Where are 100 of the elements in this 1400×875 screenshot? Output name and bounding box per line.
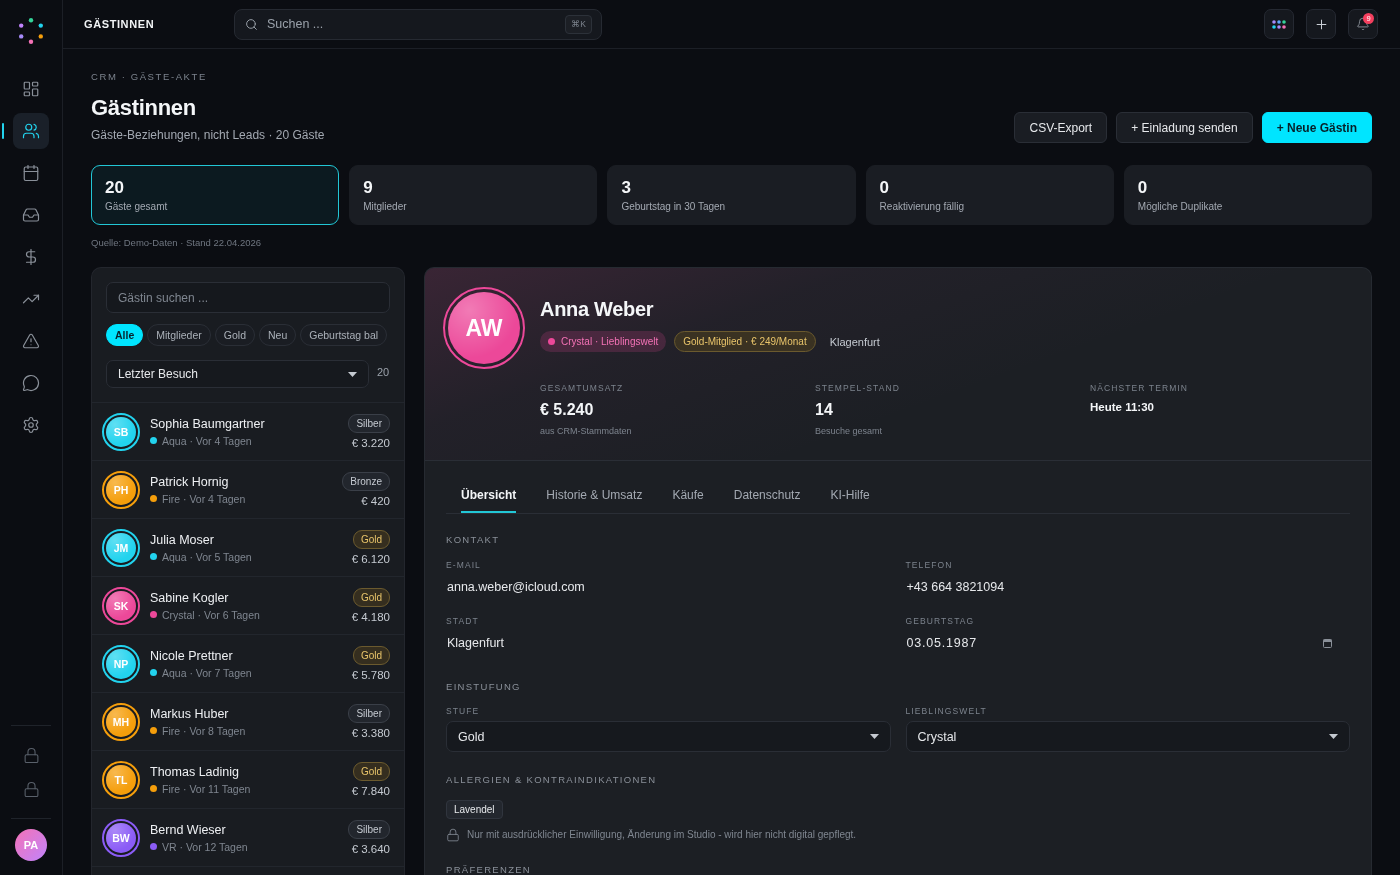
guest-name[interactable]: Patrick Hornig (150, 474, 229, 489)
settings-icon (22, 416, 40, 434)
apps-button[interactable] (1264, 9, 1294, 39)
filter-chip[interactable]: Mitglieder (147, 324, 211, 346)
filter-chip[interactable]: Alle (106, 324, 144, 346)
guest-meta: Aqua · Vor 4 Tagen (162, 434, 252, 447)
input-field[interactable]: Klagenfurt (446, 631, 891, 655)
stat-card[interactable]: 20 Gäste gesamt (91, 165, 340, 225)
guest-name[interactable]: Nicole Prettner (150, 648, 233, 663)
section-title: EINSTUFUNG (446, 681, 521, 693)
filter-chip[interactable]: Neu (259, 324, 297, 346)
guest-name[interactable]: Sabine Kogler (150, 590, 229, 605)
stat-value: 0 (879, 178, 890, 198)
guest-avatar: JM (102, 528, 140, 567)
bell-icon (1356, 17, 1370, 31)
input-field[interactable]: anna.weber@icloud.com (446, 575, 891, 599)
section-title: KONTAKT (446, 534, 500, 546)
stat-label: Gäste gesamt (105, 200, 168, 213)
select-field[interactable]: Gold (446, 721, 891, 752)
breadcrumb: CRM · GÄSTE-AKTE (91, 71, 207, 83)
caret-icon (869, 734, 879, 739)
field-label: STADT (446, 615, 479, 627)
guest-name[interactable]: Sophia Baumgartner (150, 416, 265, 431)
revenue-amount: € 3.220 (351, 437, 390, 449)
page-subtitle: Gäste-Beziehungen, nicht Leads · 20 Gäste (91, 127, 325, 143)
stat-label: Mögliche Duplikate (1137, 200, 1223, 213)
active-indicator (2, 123, 4, 139)
guest-meta: Fire · Vor 8 Tagen (162, 724, 246, 737)
guest-name-heading: Anna Weber (540, 297, 654, 322)
sort-select[interactable]: Letzter Besuch (106, 360, 369, 388)
city-label: Klagenfurt (829, 335, 880, 348)
guest-name[interactable]: Thomas Ladinig (150, 764, 239, 779)
tab[interactable]: KI-Hilfe (830, 479, 870, 513)
filter-chip[interactable]: Gold (214, 324, 255, 346)
guest-avatar: PH (102, 470, 140, 509)
tier-badge: Bronze (342, 472, 390, 491)
guest-avatar: NP (102, 644, 140, 683)
date-field[interactable]: 03.05.1987 (905, 631, 1350, 655)
allergy-tag: Lavendel (446, 800, 503, 819)
primary-button[interactable]: + Neue Gästin (1261, 112, 1372, 143)
guest-meta: Fire · Vor 4 Tagen (162, 492, 246, 505)
tab[interactable]: Käufe (672, 479, 704, 513)
caret-icon (348, 371, 357, 377)
tier-badge: Gold (352, 530, 390, 549)
stat-card[interactable]: 0 Mögliche Duplikate (1123, 165, 1372, 225)
guest-avatar: AW (443, 287, 525, 369)
guest-meta: Aqua · Vor 7 Tagen (162, 666, 252, 679)
secondary-button[interactable]: CSV-Export (1014, 112, 1108, 143)
revenue-amount: € 4.180 (351, 611, 390, 623)
filter-chip[interactable]: Geburtstag bal (300, 324, 388, 346)
tier-badge: Gold (352, 762, 390, 781)
metric-label: NÄCHSTER TERMIN (1090, 382, 1189, 394)
tab[interactable]: Übersicht (461, 479, 517, 513)
stat-value: 3 (621, 178, 631, 198)
tab[interactable]: Historie & Umsatz (546, 479, 643, 513)
metric-value: 14 (815, 400, 833, 420)
inbox-icon (22, 206, 40, 224)
metric-note: aus CRM-Stammdaten (540, 425, 632, 437)
guest-meta: Aqua · Vor 5 Tagen (162, 550, 252, 563)
world-tag-label: Crystal · Lieblingswelt (561, 336, 659, 347)
warning-icon (22, 332, 40, 350)
caret-icon (1329, 734, 1338, 739)
tier-badge: Gold (352, 646, 390, 665)
guest-search-field[interactable]: Gästin suchen ... (106, 282, 390, 313)
field-label: GEBURTSTAG (905, 615, 975, 627)
guest-name[interactable]: Markus Huber (150, 706, 229, 721)
tier-badge: Gold (352, 588, 390, 607)
guest-avatar: SB (102, 412, 140, 451)
plus-icon (1313, 16, 1329, 32)
calendar-icon[interactable] (1323, 639, 1332, 648)
stat-card[interactable]: 9 Mitglieder (349, 165, 598, 225)
guest-avatar: TL (102, 760, 140, 799)
field-label: TELEFON (905, 559, 953, 571)
guest-name[interactable]: Julia Moser (150, 532, 214, 547)
app-title: GÄSTINNEN (84, 18, 156, 30)
apps-icon (1272, 19, 1286, 29)
guest-meta: VR · Vor 12 Tagen (162, 840, 248, 853)
secondary-button[interactable]: + Einladung senden (1116, 112, 1253, 143)
guest-meta: Fire · Vor 11 Tagen (162, 782, 251, 795)
metric-value: € 5.240 (540, 400, 594, 420)
lock-icon (446, 828, 460, 842)
result-count: 20 (377, 365, 390, 378)
tier-badge: Silber (348, 704, 390, 723)
stat-label: Mitglieder (363, 200, 407, 213)
stat-value: 9 (363, 178, 373, 198)
select-field[interactable]: Crystal (905, 721, 1350, 752)
stat-card[interactable]: 0 Reaktivierung fällig (865, 165, 1114, 225)
input-field[interactable]: +43 664 3821094 (905, 575, 1350, 599)
stat-label: Geburtstag in 30 Tagen (621, 200, 726, 213)
stat-card[interactable]: 3 Geburtstag in 30 Tagen (607, 165, 856, 225)
stat-value: 20 (105, 178, 124, 198)
tab[interactable]: Datenschutz (733, 479, 801, 513)
section-title: ALLERGIEN & KONTRAINDIKATIONEN (446, 774, 657, 786)
tier-badge: Silber (348, 820, 390, 839)
users-icon (22, 122, 40, 140)
guest-name[interactable]: Bernd Wieser (150, 822, 226, 837)
source-note: Quelle: Demo-Daten · Stand 22.04.2026 (91, 237, 262, 249)
metric-label: GESAMTUMSATZ (540, 382, 624, 394)
stat-value: 0 (1137, 178, 1148, 198)
privacy-note: Nur mit ausdrücklicher Einwilligung, Änderung im Studio - wird hier nicht digital gepflegt. (467, 828, 857, 842)
